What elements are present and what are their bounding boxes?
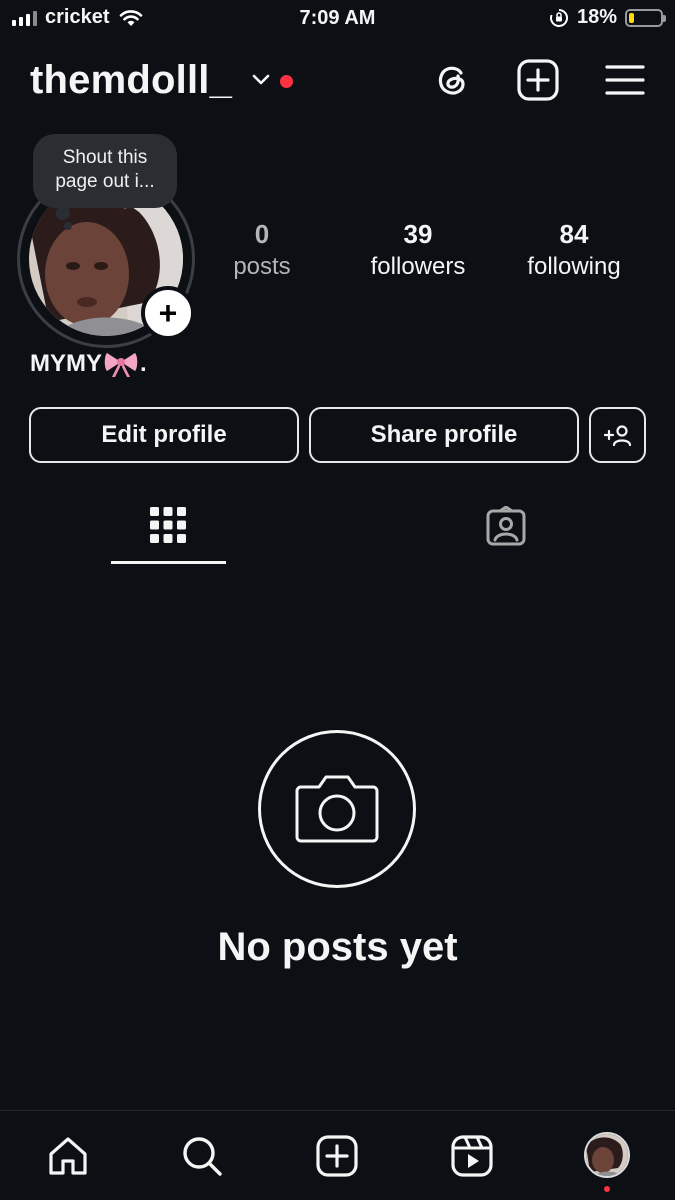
share-profile-button[interactable]: Share profile	[309, 407, 579, 463]
stat-posts[interactable]: 0 posts	[187, 218, 337, 284]
status-bar-right: 18%	[549, 6, 666, 29]
edit-profile-button[interactable]: Edit profile	[29, 407, 299, 463]
reels-icon[interactable]	[450, 1134, 494, 1178]
status-bar: cricket 7:09 AM 18%	[0, 0, 675, 40]
grid-icon[interactable]	[149, 506, 187, 544]
tagged-icon[interactable]	[485, 506, 527, 546]
profile-username[interactable]: themdolll_	[30, 58, 232, 103]
stat-followers[interactable]: 39 followers	[343, 218, 493, 284]
stat-value: 39	[403, 219, 433, 249]
notification-dot	[280, 75, 293, 88]
create-nav-icon[interactable]	[315, 1134, 359, 1178]
stat-label: following	[527, 253, 621, 280]
create-icon[interactable]	[516, 58, 560, 102]
stat-value: 0	[254, 219, 270, 249]
display-name: MYMY .	[30, 350, 147, 378]
note-bubble[interactable]: Shout this page out i...	[33, 134, 177, 208]
display-name-text: MYMY	[30, 350, 102, 377]
battery-icon	[625, 8, 666, 27]
profile-tab-avatar[interactable]	[584, 1132, 630, 1178]
stat-label: followers	[370, 253, 466, 280]
add-person-icon	[603, 425, 631, 447]
search-icon[interactable]	[180, 1134, 224, 1178]
add-story-button[interactable]: +	[141, 286, 195, 340]
note-tail	[56, 206, 70, 220]
menu-icon[interactable]	[603, 58, 647, 102]
threads-icon[interactable]	[430, 58, 474, 102]
stat-value: 84	[559, 219, 589, 249]
empty-state-circle	[258, 730, 416, 888]
home-icon[interactable]	[46, 1134, 90, 1178]
display-name-suffix: .	[140, 350, 147, 377]
bow-emoji	[104, 353, 138, 377]
stat-following[interactable]: 84 following	[499, 218, 649, 284]
battery-percent: 18%	[576, 6, 617, 28]
note-tail-small	[64, 222, 72, 230]
discover-people-button[interactable]	[589, 407, 646, 463]
chevron-down-icon[interactable]	[250, 72, 272, 88]
camera-icon	[295, 775, 379, 843]
bottom-nav-divider	[0, 1110, 675, 1111]
orientation-lock-icon	[550, 8, 568, 27]
stat-label: posts	[233, 253, 291, 280]
active-tab-indicator	[111, 561, 226, 564]
battery-level	[629, 12, 634, 23]
empty-state-title: No posts yet	[217, 925, 458, 969]
profile-notification-dot	[604, 1186, 610, 1192]
